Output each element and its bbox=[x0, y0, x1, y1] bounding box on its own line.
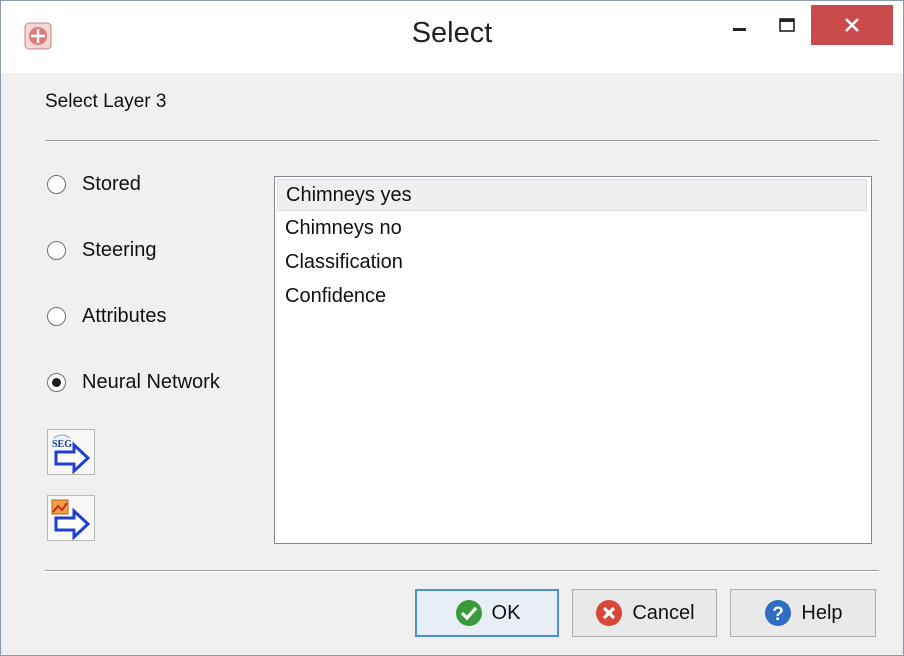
list-item[interactable]: Chimneys yes bbox=[277, 179, 867, 211]
radio-dot bbox=[52, 378, 61, 387]
radio-stored[interactable]: Stored bbox=[47, 173, 141, 196]
separator bbox=[45, 140, 879, 142]
help-icon: ? bbox=[765, 600, 792, 626]
ok-button[interactable]: OK bbox=[415, 589, 559, 637]
separator bbox=[45, 570, 879, 572]
radio-circle-selected[interactable] bbox=[47, 373, 66, 392]
maximize-icon bbox=[779, 18, 795, 32]
help-button[interactable]: ? Help bbox=[730, 589, 876, 637]
help-label: Help bbox=[801, 601, 843, 624]
maximize-button[interactable] bbox=[764, 5, 810, 45]
layer-listbox[interactable]: Chimneys yes Chimneys no Classification … bbox=[274, 176, 872, 544]
radio-steering[interactable]: Steering bbox=[47, 239, 157, 262]
radio-attributes[interactable]: Attributes bbox=[47, 305, 166, 328]
checkmark-icon bbox=[455, 600, 482, 626]
cancel-label: Cancel bbox=[632, 601, 695, 624]
ok-label: OK bbox=[491, 601, 521, 624]
title-bar[interactable]: Select bbox=[1, 1, 903, 73]
minimize-icon bbox=[733, 28, 746, 31]
dialog-body: Select Layer 3 Stored Steering Attribute… bbox=[1, 73, 903, 655]
import-file-icon bbox=[51, 499, 91, 541]
radio-circle[interactable] bbox=[47, 307, 66, 326]
close-icon bbox=[845, 18, 859, 32]
select-dialog: Select Select Layer 3 Stored Steering At… bbox=[0, 0, 904, 656]
radio-circle[interactable] bbox=[47, 175, 66, 194]
radio-label[interactable]: Neural Network bbox=[82, 371, 220, 394]
list-item[interactable]: Classification bbox=[275, 245, 871, 279]
radio-neural-network[interactable]: Neural Network bbox=[47, 371, 220, 394]
svg-text:?: ? bbox=[773, 604, 785, 625]
dialog-heading: Select Layer 3 bbox=[45, 91, 167, 112]
list-item[interactable]: Confidence bbox=[275, 279, 871, 313]
radio-label[interactable]: Attributes bbox=[82, 305, 166, 328]
minimize-button[interactable] bbox=[717, 5, 763, 45]
radio-label[interactable]: Steering bbox=[82, 239, 157, 262]
radio-circle[interactable] bbox=[47, 241, 66, 260]
cancel-icon bbox=[596, 600, 623, 626]
import-seg-button[interactable]: SEG bbox=[47, 429, 95, 475]
svg-text:SEG: SEG bbox=[52, 439, 72, 450]
close-button[interactable] bbox=[811, 5, 893, 45]
import-file-button[interactable] bbox=[47, 495, 95, 541]
radio-label[interactable]: Stored bbox=[82, 173, 141, 196]
list-item[interactable]: Chimneys no bbox=[275, 211, 871, 245]
import-seg-icon: SEG bbox=[52, 434, 91, 475]
cancel-button[interactable]: Cancel bbox=[572, 589, 717, 637]
